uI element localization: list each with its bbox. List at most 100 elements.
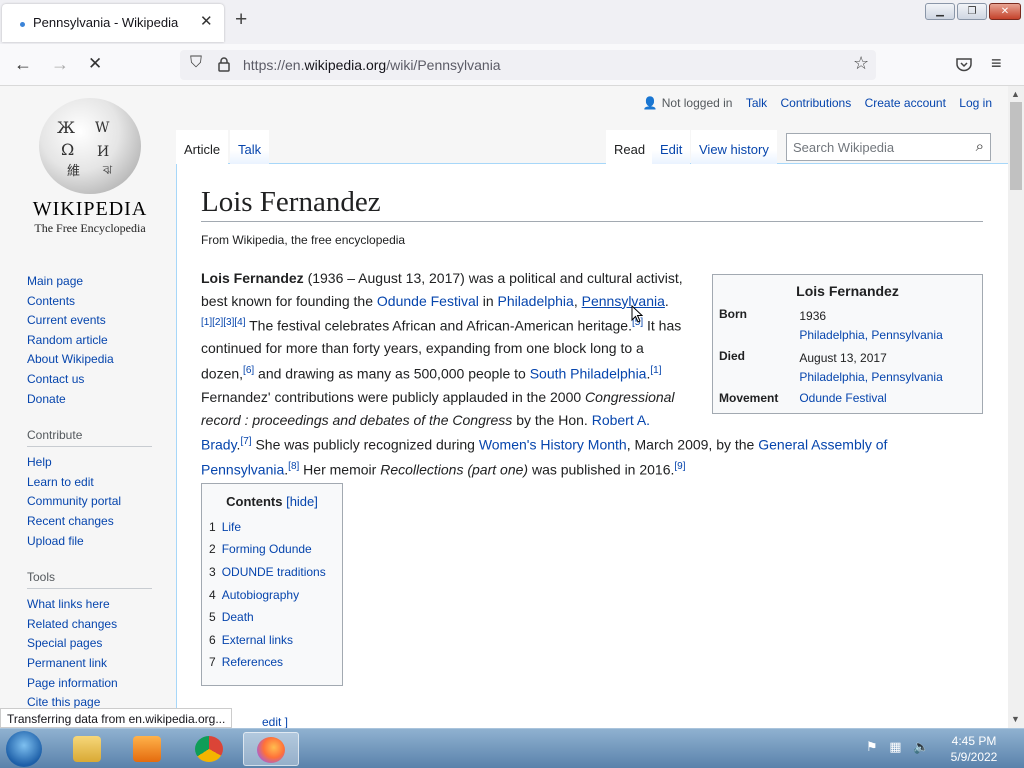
died-place-link[interactable]: Philadelphia, Pennsylvania (799, 370, 942, 384)
toc-link[interactable]: References (222, 655, 283, 669)
lock-icon[interactable] (218, 57, 230, 72)
create-account-link[interactable]: Create account (865, 96, 946, 110)
toc-link[interactable]: External links (222, 633, 293, 647)
close-window-button[interactable]: ✕ (989, 3, 1021, 20)
chrome-taskbar-button[interactable] (182, 732, 238, 766)
link-odunde-festival[interactable]: Odunde Festival (377, 293, 479, 309)
table-of-contents: Contents [hide] 1 Life 2 Forming Odunde 3O… (201, 483, 343, 686)
sidebar-item-related-changes[interactable]: Related changes (27, 615, 157, 635)
talk-link[interactable]: Talk (746, 96, 767, 110)
citation-link[interactable]: [6] (243, 365, 254, 376)
wikipedia-globe-icon: Ж W Ω И 維 ঝ (39, 98, 141, 194)
link-philadelphia[interactable]: Philadelphia (498, 293, 574, 309)
sidebar-item-contents[interactable]: Contents (27, 292, 157, 312)
sidebar-item-upload-file[interactable]: Upload file (27, 532, 157, 552)
scroll-down-icon[interactable]: ▼ (1011, 714, 1020, 724)
toc-title: Contents [hide] (202, 494, 342, 509)
media-player-icon (133, 736, 161, 762)
bookmark-star-icon[interactable]: ☆ (853, 53, 869, 74)
new-tab-button[interactable]: + (235, 8, 247, 32)
link-womens-history-month[interactable]: Women's History Month (479, 437, 627, 453)
link-pennsylvania[interactable]: Pennsylvania (582, 293, 665, 309)
section-edit-link[interactable]: edit ] (262, 715, 288, 728)
page-scrollbar[interactable]: ▲ ▼ (1008, 86, 1024, 728)
scrollbar-thumb[interactable] (1010, 102, 1022, 190)
toc-link[interactable]: Forming Odunde (222, 542, 312, 556)
browser-tab[interactable]: Pennsylvania - Wikipedia ✕ (2, 4, 224, 42)
toc-item[interactable]: 7 References (209, 655, 283, 669)
sidebar-item-special-pages[interactable]: Special pages (27, 634, 157, 654)
toc-link[interactable]: Autobiography (222, 588, 299, 602)
sidebar-item-donate[interactable]: Donate (27, 390, 157, 410)
contributions-link[interactable]: Contributions (781, 96, 852, 110)
search-input[interactable]: Search Wikipedia ⌕ (786, 133, 991, 161)
link-general-assembly[interactable]: General Assembly of (758, 437, 887, 453)
sidebar-item-community-portal[interactable]: Community portal (27, 492, 157, 512)
sidebar-item-recent-changes[interactable]: Recent changes (27, 512, 157, 532)
explorer-taskbar-button[interactable] (60, 732, 116, 766)
born-place-link[interactable]: Philadelphia, Pennsylvania (799, 328, 942, 342)
link-south-philadelphia[interactable]: South Philadelphia (530, 365, 647, 381)
sidebar-item-random-article[interactable]: Random article (27, 331, 157, 351)
sidebar-item-what-links-here[interactable]: What links here (27, 595, 157, 615)
sidebar-item-contact[interactable]: Contact us (27, 370, 157, 390)
sidebar-item-current-events[interactable]: Current events (27, 311, 157, 331)
start-button[interactable] (6, 731, 42, 767)
url-text[interactable]: https://en.wikipedia.org/wiki/Pennsylvan… (243, 57, 501, 73)
toc-hide-toggle[interactable]: [hide] (286, 494, 318, 509)
toc-link[interactable]: Life (222, 520, 241, 534)
toc-item[interactable]: 3 ODUNDE traditions (209, 565, 326, 579)
toc-link[interactable]: Death (222, 610, 254, 624)
tab-view-history[interactable]: View history (691, 130, 777, 164)
menu-icon[interactable]: ≡ (991, 53, 1002, 74)
sidebar-item-page-information[interactable]: Page information (27, 674, 157, 694)
url-bar[interactable]: ⛉ https://en.wikipedia.org/wiki/Pennsylv… (180, 50, 876, 80)
link-robert-brady[interactable]: Brady (201, 437, 237, 453)
sidebar-item-main-page[interactable]: Main page (27, 272, 157, 292)
sidebar-item-learn-to-edit[interactable]: Learn to edit (27, 473, 157, 493)
browser-navbar: ← → ✕ ⛉ https://en.wikipedia.org/wiki/Pe… (0, 44, 1024, 86)
tab-talk[interactable]: Talk (230, 130, 270, 164)
minimize-button[interactable]: ▁ (925, 3, 955, 20)
sidebar-item-permanent-link[interactable]: Permanent link (27, 654, 157, 674)
close-tab-icon[interactable]: ✕ (200, 12, 213, 30)
citation-link[interactable]: [9] (674, 461, 685, 472)
toc-item[interactable]: 6 External links (209, 633, 293, 647)
back-icon[interactable]: ← (14, 54, 32, 75)
restore-button[interactable]: ❐ (957, 3, 987, 20)
tab-read[interactable]: Read (606, 130, 654, 164)
citation-link[interactable]: [1] (650, 365, 661, 376)
toc-item[interactable]: 1 Life (209, 520, 241, 534)
edit-link[interactable]: edit ] (262, 715, 288, 728)
scroll-up-icon[interactable]: ▲ (1011, 89, 1020, 99)
media-player-taskbar-button[interactable] (120, 732, 176, 766)
text: record : proceedings and debates of the … (201, 411, 513, 428)
forward-icon[interactable]: → (51, 54, 69, 75)
citation-link[interactable]: [8] (288, 461, 299, 472)
toc-item[interactable]: 5 Death (209, 610, 254, 624)
tab-edit[interactable]: Edit (652, 130, 691, 164)
tab-article[interactable]: Article (176, 130, 229, 164)
toc-link[interactable]: ODUNDE traditions (222, 565, 326, 579)
tracking-shield-icon[interactable]: ⛉ (190, 54, 202, 72)
link-general-assembly[interactable]: Pennsylvania (201, 462, 284, 478)
text: , (573, 292, 582, 309)
toc-number: 5 (209, 610, 216, 624)
pocket-icon[interactable] (956, 57, 972, 72)
citation-link[interactable]: [7] (240, 436, 251, 447)
network-icon[interactable]: ▦ (889, 739, 901, 754)
stop-loading-icon[interactable]: ✕ (88, 54, 102, 74)
log-in-link[interactable]: Log in (959, 96, 992, 110)
volume-icon[interactable]: 🔈 (913, 739, 929, 754)
taskbar-clock[interactable]: 4:45 PM 5/9/2022 (944, 733, 1004, 765)
search-icon[interactable]: ⌕ (976, 138, 984, 155)
citation-link[interactable]: [1][2][3][4] (201, 317, 245, 328)
sidebar-item-help[interactable]: Help (27, 453, 157, 473)
wikipedia-logo[interactable]: Ж W Ω И 維 ঝ WIKIPEDIA The Free Encyclope… (25, 98, 155, 236)
sidebar-item-about[interactable]: About Wikipedia (27, 350, 157, 370)
link-robert-brady[interactable]: Robert A. (592, 412, 650, 428)
action-center-icon[interactable]: ⚑ (866, 739, 878, 754)
toc-item[interactable]: 2 Forming Odunde (209, 542, 312, 556)
toc-item[interactable]: 4 Autobiography (209, 588, 299, 602)
firefox-taskbar-button[interactable] (243, 732, 299, 766)
